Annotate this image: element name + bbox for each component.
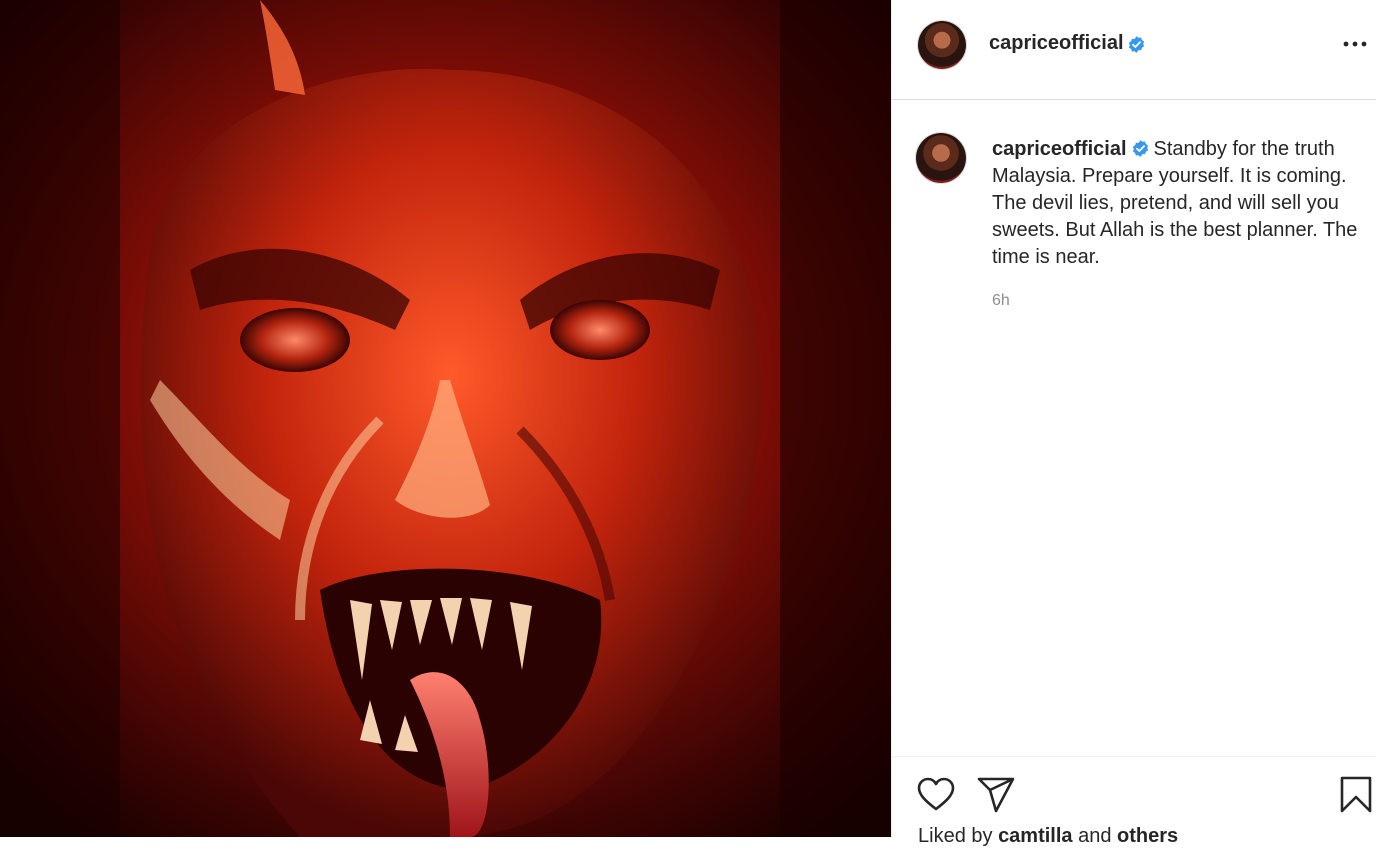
post-header: capriceofficial <box>892 0 1376 100</box>
caption-text-block: capriceofficial Standby for the truth Mal… <box>992 136 1362 271</box>
post-author-username[interactable]: capriceofficial <box>989 32 1124 55</box>
liked-by-joiner: and <box>1072 825 1118 847</box>
avatar[interactable] <box>918 21 966 69</box>
caption-username[interactable]: capriceofficial <box>992 138 1127 160</box>
post-timestamp[interactable]: 6h <box>992 292 1010 310</box>
more-options-icon[interactable] <box>1341 30 1369 58</box>
post-detail-panel: capriceofficial capriceofficial Standby f… <box>891 0 1376 847</box>
devil-face-illustration <box>0 0 891 837</box>
heart-icon[interactable] <box>916 775 956 815</box>
paper-plane-icon[interactable] <box>976 775 1016 815</box>
post-image[interactable] <box>0 0 891 837</box>
action-bar: Liked by camtilla and others <box>892 756 1376 847</box>
liked-by-others-link[interactable]: others <box>1117 825 1178 847</box>
liked-by-prefix: Liked by <box>918 825 999 847</box>
liked-by-user-link[interactable]: camtilla <box>998 825 1072 847</box>
avatar[interactable] <box>916 133 966 183</box>
bookmark-icon[interactable] <box>1338 775 1374 815</box>
verified-badge-icon <box>1127 35 1146 54</box>
verified-badge-icon <box>1131 139 1150 158</box>
